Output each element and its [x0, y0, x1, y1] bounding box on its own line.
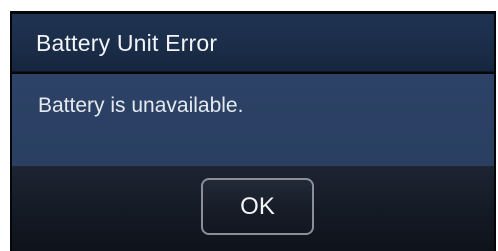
dialog-button-area: OK [12, 166, 494, 251]
screen-background: Battery Unit Error Battery is unavailabl… [0, 0, 498, 251]
dialog-message-area: Battery is unavailable. [12, 74, 494, 166]
dialog-title-bar: Battery Unit Error [12, 14, 494, 72]
dialog-title: Battery Unit Error [36, 30, 218, 56]
ok-button[interactable]: OK [201, 178, 314, 235]
error-dialog: Battery Unit Error Battery is unavailabl… [10, 11, 496, 251]
dialog-message: Battery is unavailable. [38, 94, 244, 117]
